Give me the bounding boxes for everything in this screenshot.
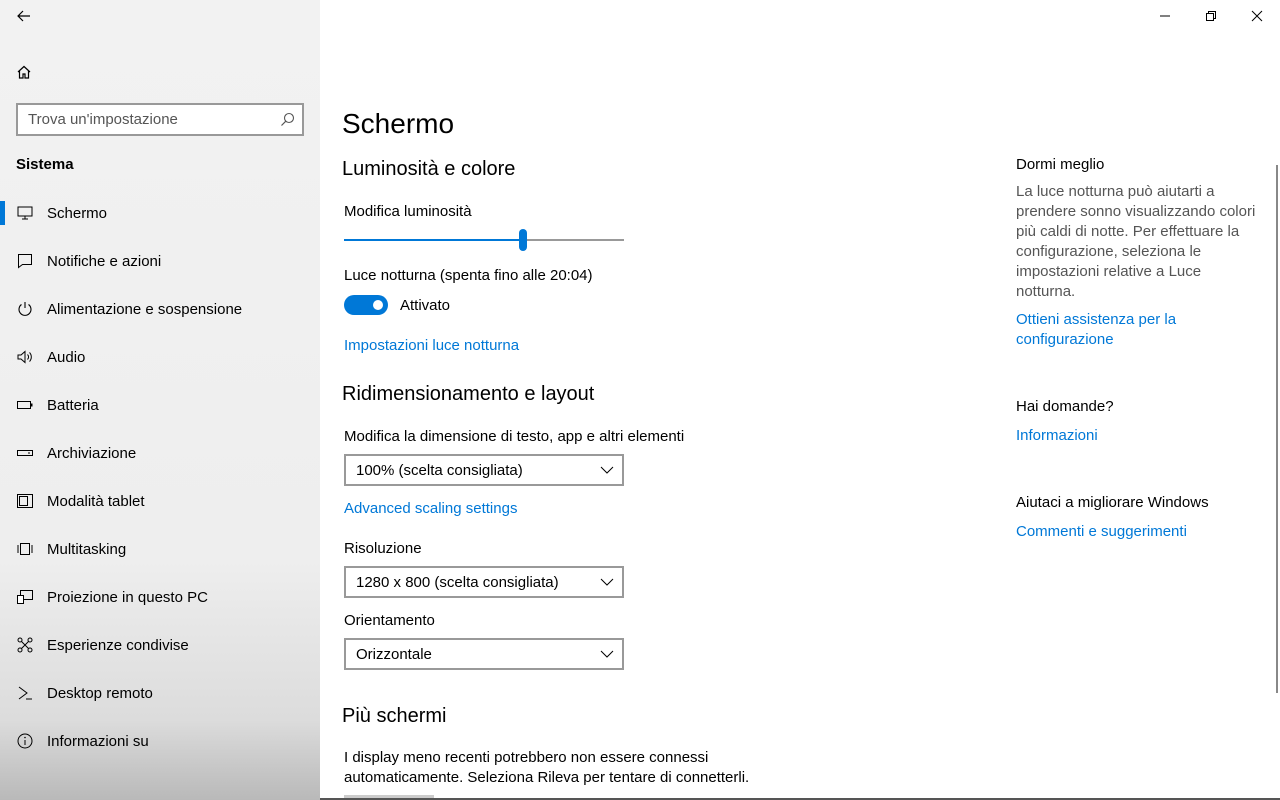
resolution-label: Risoluzione: [344, 540, 422, 557]
sleep-heading: Dormi meglio: [1016, 156, 1105, 173]
projection-icon: [16, 588, 34, 606]
sidebar-section-title: Sistema: [16, 156, 74, 173]
sidebar-nav: Schermo Notifiche e azioni Alimentazione…: [0, 189, 320, 765]
scale-dropdown[interactable]: 100% (scelta consigliata): [344, 454, 624, 486]
sidebar-item-alimentazione[interactable]: Alimentazione e sospensione: [0, 285, 320, 333]
feedback-link[interactable]: Commenti e suggerimenti: [1016, 522, 1256, 542]
sleep-text: La luce notturna può aiutarti a prendere…: [1016, 183, 1256, 300]
monitor-icon: [16, 204, 34, 222]
sidebar-item-label: Desktop remoto: [47, 684, 153, 702]
multi-display-heading: Più schermi: [342, 705, 447, 727]
remote-icon: [16, 684, 34, 702]
brightness-label: Modifica luminosità: [344, 203, 472, 220]
message-icon: [16, 252, 34, 270]
night-light-settings-link[interactable]: Impostazioni luce notturna: [344, 337, 519, 354]
shared-icon: [16, 636, 34, 654]
sidebar-item-label: Batteria: [47, 396, 99, 414]
info-icon: [16, 732, 34, 750]
night-light-label: Luce notturna (spenta fino alle 20:04): [344, 267, 593, 284]
search-icon[interactable]: [280, 112, 295, 127]
scrollbar[interactable]: [1276, 165, 1278, 693]
sidebar-item-label: Esperienze condivise: [47, 636, 189, 654]
back-button[interactable]: [0, 0, 48, 32]
search-input[interactable]: [18, 105, 268, 134]
brightness-heading: Luminosità e colore: [342, 158, 516, 180]
chevron-down-icon: [600, 578, 614, 586]
sidebar: Sistema Schermo Notifiche e azioni Alime…: [0, 0, 320, 800]
storage-icon: [16, 444, 34, 462]
sidebar-item-label: Modalità tablet: [47, 492, 145, 510]
sidebar-item-batteria[interactable]: Batteria: [0, 381, 320, 429]
search-box[interactable]: [16, 103, 304, 136]
sidebar-item-label: Multitasking: [47, 540, 127, 558]
sidebar-item-esperienze[interactable]: Esperienze condivise: [0, 621, 320, 669]
scale-label: Modifica la dimensione di testo, app e a…: [344, 428, 685, 445]
speaker-icon: [16, 348, 34, 366]
sidebar-item-label: Informazioni su: [47, 732, 149, 750]
chevron-down-icon: [600, 650, 614, 658]
questions-heading: Hai domande?: [1016, 398, 1114, 415]
tablet-icon: [16, 492, 34, 510]
slider-thumb[interactable]: [519, 229, 527, 251]
sidebar-item-label: Archiviazione: [47, 444, 137, 462]
night-light-state: Attivato: [400, 297, 451, 314]
home-button[interactable]: [0, 56, 48, 88]
brightness-slider[interactable]: [344, 229, 624, 251]
scale-value: 100% (scelta consigliata): [356, 462, 523, 479]
sidebar-item-label: Alimentazione e sospensione: [47, 300, 243, 318]
information-link[interactable]: Informazioni: [1016, 426, 1256, 446]
sidebar-item-tablet[interactable]: Modalità tablet: [0, 477, 320, 525]
improve-heading: Aiutaci a migliorare Windows: [1016, 494, 1209, 511]
sidebar-item-desktop-remoto[interactable]: Desktop remoto: [0, 669, 320, 717]
battery-icon: [16, 396, 34, 414]
sleep-help-link[interactable]: Ottieni assistenza per la configurazione: [1016, 310, 1256, 350]
slider-fill: [344, 239, 523, 241]
page-title: Schermo: [342, 108, 455, 139]
multitasking-icon: [16, 540, 34, 558]
sidebar-item-notifiche[interactable]: Notifiche e azioni: [0, 237, 320, 285]
sidebar-item-label: Audio: [47, 348, 86, 366]
sidebar-item-label: Schermo: [47, 204, 108, 222]
sidebar-item-proiezione[interactable]: Proiezione in questo PC: [0, 573, 320, 621]
resolution-dropdown[interactable]: 1280 x 800 (scelta consigliata): [344, 566, 624, 598]
scale-heading: Ridimensionamento e layout: [342, 383, 595, 405]
sidebar-item-multitasking[interactable]: Multitasking: [0, 525, 320, 573]
chevron-down-icon: [600, 466, 614, 474]
sidebar-item-label: Proiezione in questo PC: [47, 588, 208, 606]
toggle-knob: [373, 300, 383, 310]
orientation-value: Orizzontale: [356, 646, 432, 663]
sidebar-item-schermo[interactable]: Schermo: [0, 189, 320, 237]
home-icon: [17, 65, 31, 79]
sidebar-item-label: Notifiche e azioni: [47, 252, 162, 270]
advanced-scaling-link[interactable]: Advanced scaling settings: [344, 500, 517, 517]
orientation-label: Orientamento: [344, 612, 435, 629]
sidebar-item-audio[interactable]: Audio: [0, 333, 320, 381]
back-arrow-icon: [17, 10, 30, 22]
night-light-toggle[interactable]: [344, 295, 388, 315]
power-icon: [16, 300, 34, 318]
resolution-value: 1280 x 800 (scelta consigliata): [356, 574, 559, 591]
main-content: Schermo Luminosità e colore Modifica lum…: [320, 0, 1280, 800]
sidebar-item-informazioni[interactable]: Informazioni su: [0, 717, 320, 765]
sidebar-item-archiviazione[interactable]: Archiviazione: [0, 429, 320, 477]
multi-display-text: I display meno recenti potrebbero non es…: [344, 749, 750, 786]
orientation-dropdown[interactable]: Orizzontale: [344, 638, 624, 670]
